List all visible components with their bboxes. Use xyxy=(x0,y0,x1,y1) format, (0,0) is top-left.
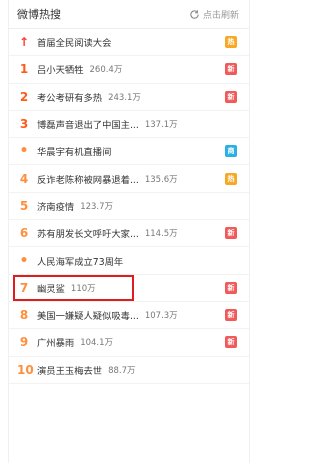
row-content: 人民海军成立73周年 xyxy=(37,254,237,268)
hot-search-title[interactable]: 吕小天牺牲 xyxy=(37,62,84,76)
new-badge: 新 xyxy=(225,227,237,240)
rank-number: 1 xyxy=(19,62,29,77)
rank-number: 7 xyxy=(19,280,29,295)
rank-number: 3 xyxy=(19,117,29,132)
new-badge: 新 xyxy=(225,336,237,349)
heat-count: 260.4万 xyxy=(89,65,123,76)
hot-search-title[interactable]: 幽灵鲨 xyxy=(37,281,65,295)
rank-number: 5 xyxy=(19,198,29,213)
new-badge: 新 xyxy=(225,281,237,294)
row-content: 华晨宇有机直播间 xyxy=(37,144,219,158)
hot-search-row[interactable]: 2 考公考研有多热 243.1万 新 xyxy=(9,84,249,111)
hot-search-title[interactable]: 博磊声音退出了中国主... xyxy=(37,117,139,131)
heat-count: 123.7万 xyxy=(80,201,114,212)
row-content: 吕小天牺牲 260.4万 xyxy=(37,62,219,76)
hot-search-title[interactable]: 人民海军成立73周年 xyxy=(37,254,123,268)
rank-number: 2 xyxy=(19,89,29,104)
refresh-icon xyxy=(189,9,200,20)
hot-search-title[interactable]: 华晨宇有机直播间 xyxy=(37,144,111,158)
new-badge: 新 xyxy=(225,63,237,76)
hot-search-title[interactable]: 反诈老陈称被网暴退着... xyxy=(37,172,139,186)
heat-count: 135.6万 xyxy=(144,174,178,185)
rank-number: • xyxy=(19,143,29,160)
hot-search-title[interactable]: 美国一嫌疑人疑似吸毒... xyxy=(37,308,139,322)
hot-badge: 热 xyxy=(225,36,237,49)
rank-number: • xyxy=(19,252,29,269)
hot-search-row[interactable]: 8 美国一嫌疑人疑似吸毒... 107.3万 新 xyxy=(9,302,249,330)
rank-number: ↑ xyxy=(18,35,30,50)
panel-header: 微博热搜 点击刷新 xyxy=(9,0,249,29)
heat-count: 104.1万 xyxy=(80,338,114,349)
hot-search-row[interactable]: • 人民海军成立73周年 xyxy=(9,247,249,275)
row-content: 反诈老陈称被网暴退着... 135.6万 xyxy=(37,172,219,186)
live-badge: 商 xyxy=(225,145,237,158)
hot-search-panel: 微博热搜 点击刷新 ↑ 首届全民阅读大会热 1 吕小天牺牲 260.4万新 2 考公考研有多… xyxy=(8,0,250,463)
row-content: 演员王玉梅去世 88.7万 xyxy=(37,363,237,377)
hot-search-row[interactable]: 7 幽灵鲨 110万 新 xyxy=(9,274,249,302)
heat-count: 110万 xyxy=(70,283,96,294)
heat-count: 243.1万 xyxy=(108,92,141,103)
hot-search-row[interactable]: 5 济南疫情 123.7万 xyxy=(9,193,249,221)
row-content: 幽灵鲨 110万 xyxy=(37,281,219,295)
rank-number: 10 xyxy=(17,362,34,377)
hot-search-row[interactable]: 1 吕小天牺牲 260.4万 新 xyxy=(9,56,249,84)
new-badge: 新 xyxy=(225,90,237,103)
hot-search-title[interactable]: 首届全民阅读大会 xyxy=(37,35,111,49)
hot-search-title[interactable]: 济南疫情 xyxy=(37,199,74,213)
hot-search-title[interactable]: 广州暴雨 xyxy=(37,335,74,349)
hot-search-row[interactable]: 6 苏有朋发长文呼吁大家... 114.5万 新 xyxy=(9,220,249,248)
hot-search-row[interactable]: • 华晨宇有机直播间 商 xyxy=(9,138,249,166)
row-content: 济南疫情 123.7万 xyxy=(37,199,237,213)
row-content: 美国一嫌疑人疑似吸毒... 107.3万 xyxy=(37,308,219,322)
new-badge: 新 xyxy=(225,309,237,322)
hot-search-title[interactable]: 演员王玉梅去世 xyxy=(37,363,102,377)
hot-search-row[interactable]: ↑ 首届全民阅读大会 热 xyxy=(9,29,249,57)
row-content: 首届全民阅读大会 xyxy=(37,35,219,49)
row-content: 苏有朋发长文呼吁大家... 114.5万 xyxy=(37,226,219,240)
hot-search-row[interactable]: 9 广州暴雨 104.1万 新 xyxy=(9,329,249,357)
refresh-label: 点击刷新 xyxy=(202,10,239,21)
hot-search-row[interactable]: 4 反诈老陈称被网暴退着... 135.6万 热 xyxy=(9,165,249,193)
row-content: 考公考研有多热 243.1万 xyxy=(37,90,219,104)
hot-badge: 热 xyxy=(225,172,237,185)
rank-number: 4 xyxy=(19,171,29,186)
heat-count: 137.1万 xyxy=(144,120,178,131)
panel-title: 微博热搜 xyxy=(17,8,61,21)
heat-count: 107.3万 xyxy=(144,311,178,322)
hot-search-title[interactable]: 考公考研有多热 xyxy=(37,90,102,104)
rank-number: 6 xyxy=(19,226,29,241)
rank-number: 9 xyxy=(19,335,29,350)
row-content: 博磊声音退出了中国主... 137.1万 xyxy=(37,117,237,131)
hot-search-row[interactable]: 10 演员王玉梅去世 88.7万 xyxy=(9,357,249,384)
hot-search-list: ↑ 首届全民阅读大会热 1 吕小天牺牲 260.4万新 2 考公考研有多热 243.1万新 3 博… xyxy=(9,29,249,384)
hot-search-row[interactable]: 3 博磊声音退出了中国主... 137.1万 xyxy=(9,111,249,139)
rank-number: 8 xyxy=(19,308,29,323)
heat-count: 88.7万 xyxy=(108,365,136,376)
refresh-button[interactable]: 点击刷新 xyxy=(189,8,239,21)
heat-count: 114.5万 xyxy=(144,229,178,240)
row-content: 广州暴雨 104.1万 xyxy=(37,335,219,349)
hot-search-title[interactable]: 苏有朋发长文呼吁大家... xyxy=(37,226,139,240)
